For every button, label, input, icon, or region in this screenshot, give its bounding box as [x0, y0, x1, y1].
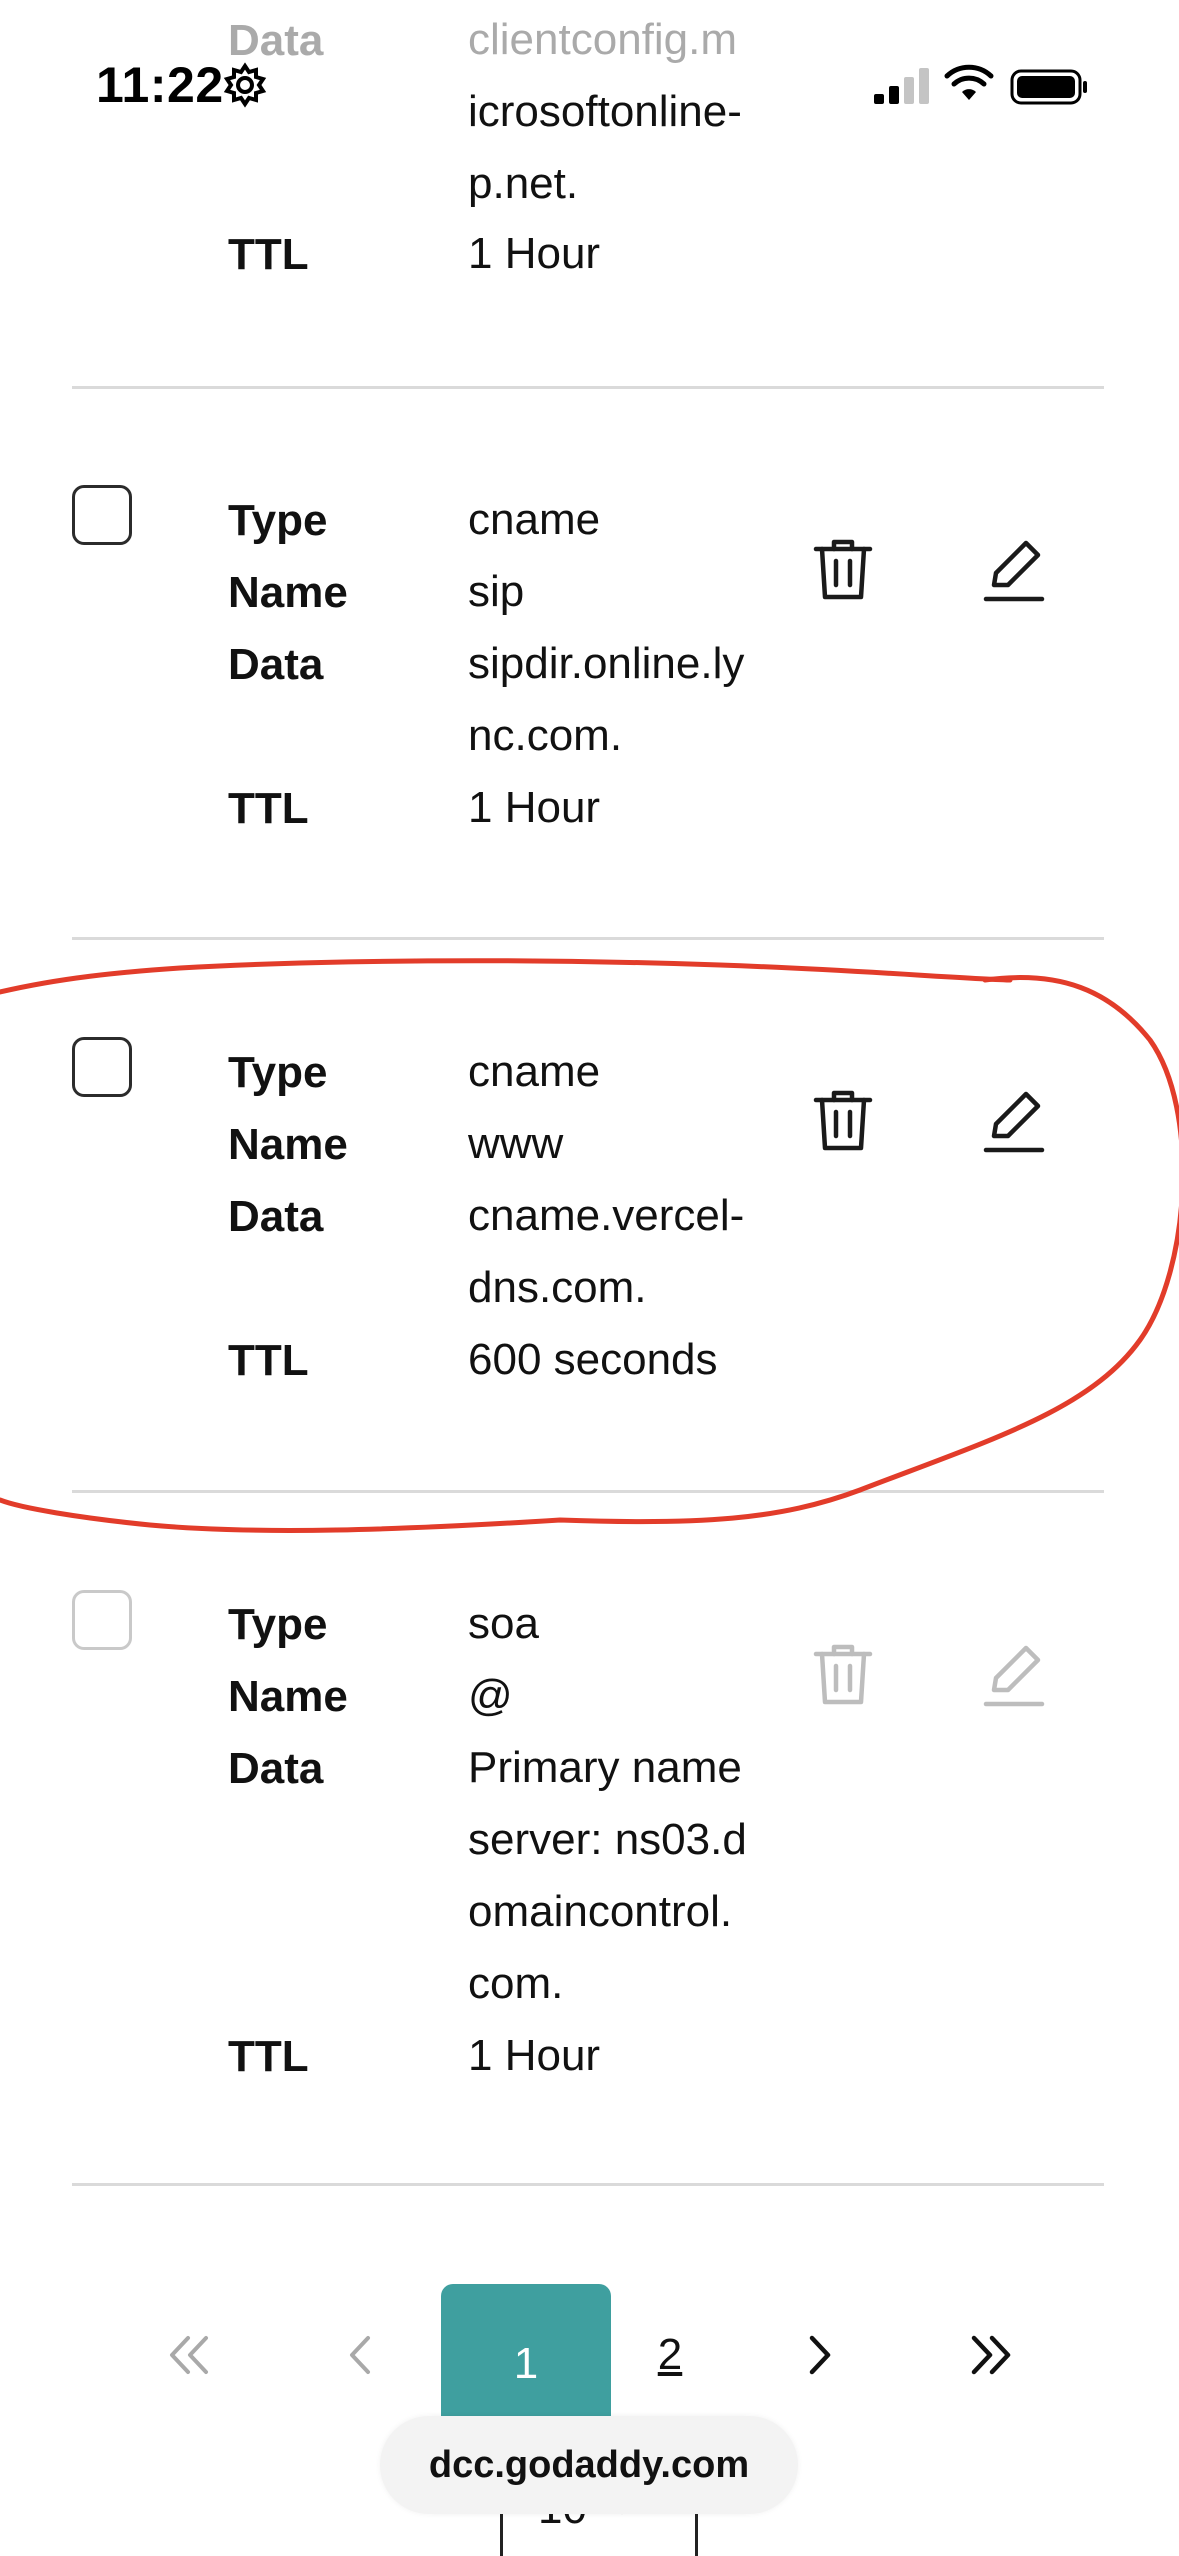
record-type-value: cname — [468, 495, 601, 544]
record-label-data: Data — [228, 16, 324, 65]
record-checkbox-disabled — [72, 1590, 132, 1650]
chevron-right-icon — [809, 2335, 831, 2375]
row-divider — [72, 386, 1104, 389]
browser-url-bar[interactable]: dcc.godaddy.com — [380, 2416, 798, 2514]
record-data-line: p.net. — [468, 159, 579, 208]
pagination-last-button[interactable] — [950, 2285, 1030, 2425]
record-ttl-value: 1 Hour — [468, 2031, 601, 2080]
pagination-page-2[interactable]: 2 — [640, 2285, 700, 2425]
gear-icon — [223, 62, 267, 108]
record-data-line: sipdir.online.ly — [468, 639, 745, 688]
record-type-value: cname — [468, 1047, 601, 1096]
pagination-prev-button[interactable] — [330, 2285, 390, 2425]
status-time: 11:22 — [96, 57, 224, 113]
record-label-type: Type — [228, 1600, 328, 1649]
record-data-line: clientconfig.m — [468, 15, 738, 64]
pagination-first-button[interactable] — [150, 2285, 230, 2425]
record-data-line: Primary name — [468, 1743, 742, 1792]
record-checkbox[interactable] — [72, 1037, 132, 1097]
row-divider — [72, 937, 1104, 940]
record-name-value: @ — [468, 1671, 513, 1720]
record-data-line: com. — [468, 1959, 564, 2008]
record-type-value: soa — [468, 1599, 539, 1648]
record-data-line: icrosoftonline- — [468, 87, 742, 136]
record-data-line: cname.vercel- — [468, 1191, 745, 1240]
row-divider — [72, 2183, 1104, 2186]
edit-pencil-icon[interactable] — [980, 1086, 1050, 1156]
record-name-value: sip — [468, 567, 525, 616]
double-chevron-left-icon — [170, 2336, 208, 2374]
record-label-type: Type — [228, 1048, 328, 1097]
record-label-name: Name — [228, 1120, 348, 1169]
record-ttl-value: 600 seconds — [468, 1335, 718, 1384]
trash-icon[interactable] — [808, 535, 878, 605]
edit-pencil-icon[interactable] — [980, 535, 1050, 605]
record-ttl-value: 1 Hour — [468, 229, 601, 278]
record-label-data: Data — [228, 1192, 324, 1241]
record-label-ttl: TTL — [228, 230, 309, 279]
wifi-icon — [944, 64, 994, 100]
record-label-ttl: TTL — [228, 1336, 309, 1385]
cellular-signal-icon — [874, 68, 929, 104]
record-data-line: nc.com. — [468, 711, 623, 760]
row-divider — [72, 1490, 1104, 1493]
record-data-line: dns.com. — [468, 1263, 647, 1312]
trash-icon[interactable] — [808, 1086, 878, 1156]
record-label-type: Type — [228, 496, 328, 545]
double-chevron-right-icon — [971, 2335, 1011, 2375]
edit-pencil-icon-disabled — [983, 1645, 1045, 1707]
record-checkbox[interactable] — [72, 485, 132, 545]
record-label-data: Data — [228, 1744, 324, 1793]
record-label-ttl: TTL — [228, 784, 309, 833]
record-ttl-value: 1 Hour — [468, 783, 601, 832]
record-data-line: server: ns03.d — [468, 1815, 747, 1864]
battery-icon — [1010, 69, 1087, 105]
pagination-next-button[interactable] — [790, 2285, 850, 2425]
browser-url-text: dcc.godaddy.com — [428, 2443, 750, 2486]
chevron-left-icon — [350, 2336, 370, 2374]
record-label-ttl: TTL — [228, 2032, 309, 2081]
trash-icon-disabled — [813, 1644, 873, 1705]
record-label-name: Name — [228, 1672, 348, 1721]
record-label-name: Name — [228, 568, 348, 617]
record-label-data: Data — [228, 640, 324, 689]
record-name-value: www — [468, 1119, 564, 1168]
record-data-line: omaincontrol. — [468, 1887, 733, 1936]
